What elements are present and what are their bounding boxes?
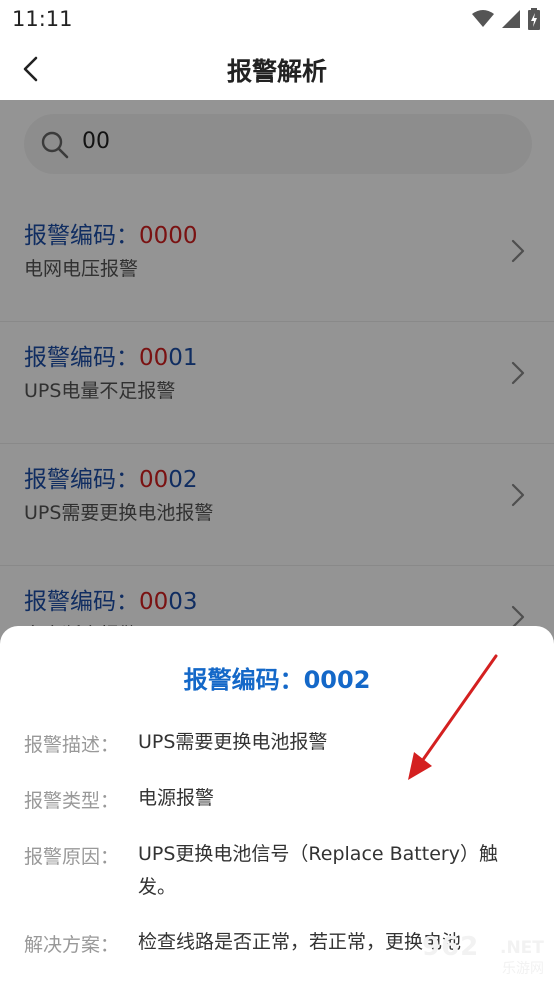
status-icons (472, 8, 540, 30)
status-bar: 11:11 (0, 0, 554, 38)
wifi-icon (472, 10, 494, 27)
field-label: 报警类型： (24, 790, 120, 812)
watermark-brand: 962 (422, 932, 480, 962)
watermark-sub: 乐游网 (502, 961, 544, 977)
signal-icon (502, 10, 520, 28)
field-value: 电源报警 (138, 787, 215, 809)
app-header: 报警解析 (0, 38, 554, 100)
page-title: 报警解析 (226, 57, 327, 86)
annotation-arrow-icon (408, 654, 498, 780)
status-time: 11:11 (12, 7, 73, 31)
field-label: 解决方案： (24, 934, 120, 956)
battery-charging-icon (528, 8, 540, 30)
watermark-logo: 962 .NET 乐游网 (412, 930, 552, 982)
field-label: 报警原因： (24, 846, 120, 868)
field-value: UPS更换电池信号（Replace Battery）触发。 (138, 843, 498, 898)
watermark-domain: .NET (500, 938, 544, 958)
field-label: 报警描述： (24, 734, 120, 756)
